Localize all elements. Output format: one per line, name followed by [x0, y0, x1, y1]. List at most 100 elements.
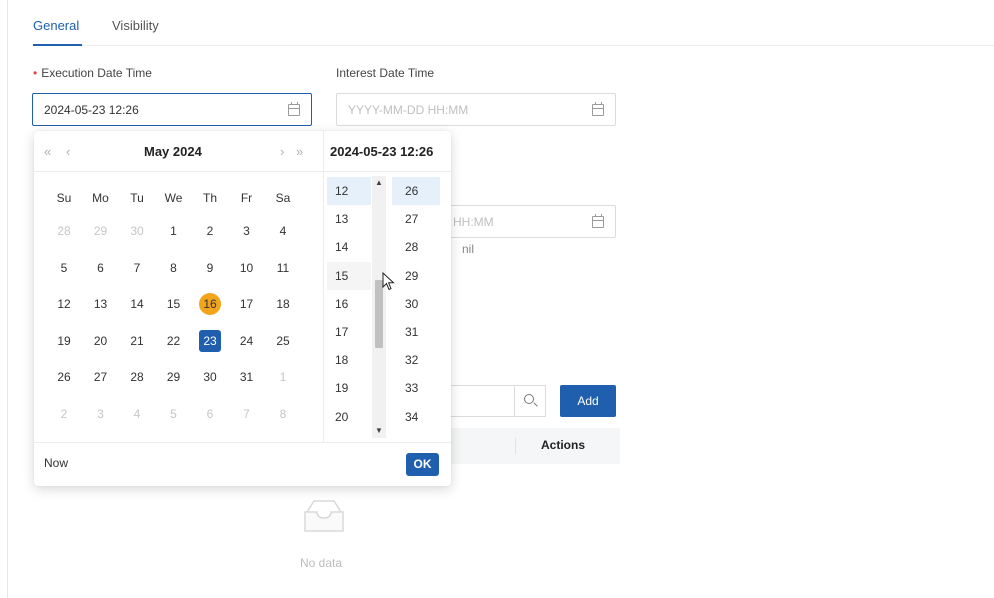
day-cell[interactable]: 28 — [46, 221, 82, 241]
hour-option[interactable]: 12 — [327, 177, 371, 205]
scroll-down-arrow[interactable]: ▼ — [372, 426, 386, 436]
day-cell[interactable]: 3 — [229, 221, 265, 241]
search-icon — [524, 394, 534, 404]
minute-option[interactable]: 28 — [392, 233, 440, 261]
day-cell[interactable]: 13 — [83, 294, 119, 314]
day-cell[interactable]: 18 — [265, 294, 301, 314]
day-cell[interactable]: 31 — [229, 367, 265, 387]
day-cell[interactable]: 7 — [229, 404, 265, 424]
month-year-title[interactable]: May 2024 — [144, 144, 202, 159]
day-cell[interactable]: 3 — [83, 404, 119, 424]
tab-visibility[interactable]: Visibility — [112, 18, 159, 33]
day-cell[interactable]: 8 — [265, 404, 301, 424]
day-number: 4 — [279, 224, 287, 238]
hour-option[interactable]: 14 — [327, 233, 371, 261]
hour-option[interactable]: 13 — [327, 205, 371, 233]
day-cell[interactable]: 19 — [46, 331, 82, 351]
day-cell[interactable]: 20 — [83, 331, 119, 351]
day-cell[interactable]: 1 — [265, 367, 301, 387]
day-cell[interactable]: 26 — [46, 367, 82, 387]
day-cell[interactable]: 1 — [156, 221, 192, 241]
execution-date-time-field[interactable]: 2024-05-23 12:26 — [32, 93, 312, 126]
day-number: 30 — [130, 224, 144, 238]
minute-option[interactable]: 29 — [392, 262, 440, 290]
tab-bar: General Visibility — [33, 0, 994, 46]
next-year-button[interactable]: » — [296, 144, 303, 159]
year-label[interactable]: 2024 — [173, 144, 202, 159]
day-cell[interactable]: 25 — [265, 331, 301, 351]
day-cell[interactable]: 30 — [119, 221, 155, 241]
day-cell[interactable]: 30 — [192, 367, 228, 387]
now-button[interactable]: Now — [44, 456, 68, 470]
day-cell[interactable]: 28 — [119, 367, 155, 387]
page-left-border — [7, 0, 8, 598]
day-cell[interactable]: 27 — [83, 367, 119, 387]
day-cell[interactable]: 14 — [119, 294, 155, 314]
day-number: 30 — [203, 370, 217, 384]
day-number: 17 — [239, 297, 254, 311]
hour-option[interactable]: 16 — [327, 290, 371, 318]
day-cell[interactable]: 4 — [119, 404, 155, 424]
day-cell[interactable]: 5 — [46, 258, 82, 278]
minute-option[interactable]: 30 — [392, 290, 440, 318]
day-cell[interactable]: 6 — [83, 258, 119, 278]
day-cell[interactable]: 6 — [192, 404, 228, 424]
day-number: 7 — [243, 406, 250, 421]
day-cell[interactable]: 2 — [46, 404, 82, 424]
calendar-icon[interactable] — [592, 214, 604, 228]
day-cell[interactable]: 7 — [119, 258, 155, 278]
next-month-button[interactable]: › — [280, 144, 284, 159]
day-cell[interactable]: 5 — [156, 404, 192, 424]
day-cell[interactable]: 4 — [265, 221, 301, 241]
day-cell[interactable]: 29 — [83, 221, 119, 241]
day-cell[interactable]: 22 — [156, 331, 192, 351]
day-number: 18 — [276, 297, 290, 311]
hour-option[interactable]: 18 — [327, 346, 371, 374]
day-cell[interactable]: 2 — [192, 221, 228, 241]
day-cell-today[interactable]: 16 — [192, 293, 228, 315]
hour-option[interactable]: 15 — [327, 261, 371, 290]
hour-option[interactable]: 20 — [327, 403, 371, 431]
day-cell[interactable]: 12 — [46, 294, 82, 314]
day-cell[interactable]: 29 — [156, 367, 192, 387]
weekday-label: Th — [202, 191, 217, 205]
day-number: 8 — [170, 260, 177, 275]
day-cell[interactable]: 9 — [192, 258, 228, 278]
tab-general[interactable]: General — [33, 18, 79, 33]
add-button[interactable]: Add — [560, 385, 616, 417]
prev-year-button[interactable]: « — [44, 144, 51, 159]
day-cell[interactable]: 10 — [229, 258, 265, 278]
day-cell[interactable]: 21 — [119, 331, 155, 351]
interest-date-time-label: Interest Date Time — [336, 66, 435, 80]
picker-footer-divider — [34, 442, 451, 443]
minute-option[interactable]: 33 — [392, 374, 440, 402]
calendar-icon[interactable] — [592, 102, 604, 116]
interest-date-time-field[interactable]: YYYY-MM-DD HH:MM — [336, 93, 616, 126]
table-header: Actions — [440, 428, 620, 464]
hour-scrollbar[interactable]: ▲ ▼ — [372, 176, 386, 438]
day-number: 5 — [60, 260, 68, 275]
minute-option[interactable]: 27 — [392, 205, 440, 233]
minute-option[interactable]: 31 — [392, 318, 440, 346]
calendar-icon[interactable] — [288, 102, 300, 116]
hour-option[interactable]: 17 — [327, 318, 371, 346]
search-button[interactable] — [514, 385, 546, 417]
hour-option[interactable]: 19 — [327, 374, 371, 402]
minute-option[interactable]: 32 — [392, 346, 440, 374]
scroll-up-arrow[interactable]: ▲ — [372, 178, 386, 188]
prev-month-button[interactable]: ‹ — [66, 144, 70, 159]
minute-option[interactable]: 26 — [392, 177, 440, 205]
day-cell-selected[interactable]: 23 — [192, 329, 228, 352]
day-cell[interactable]: 17 — [229, 294, 265, 314]
day-cell[interactable]: 15 — [156, 294, 192, 314]
day-number: 31 — [239, 370, 254, 384]
day-cell[interactable]: 24 — [229, 331, 265, 351]
month-label[interactable]: May — [144, 144, 169, 159]
day-number: 19 — [57, 333, 71, 348]
day-cell[interactable]: 8 — [156, 258, 192, 278]
ok-button[interactable]: OK — [406, 453, 439, 476]
mouse-cursor-icon — [382, 272, 395, 291]
time-header-divider — [324, 171, 451, 172]
day-cell[interactable]: 11 — [265, 258, 301, 278]
minute-option[interactable]: 34 — [392, 403, 440, 431]
